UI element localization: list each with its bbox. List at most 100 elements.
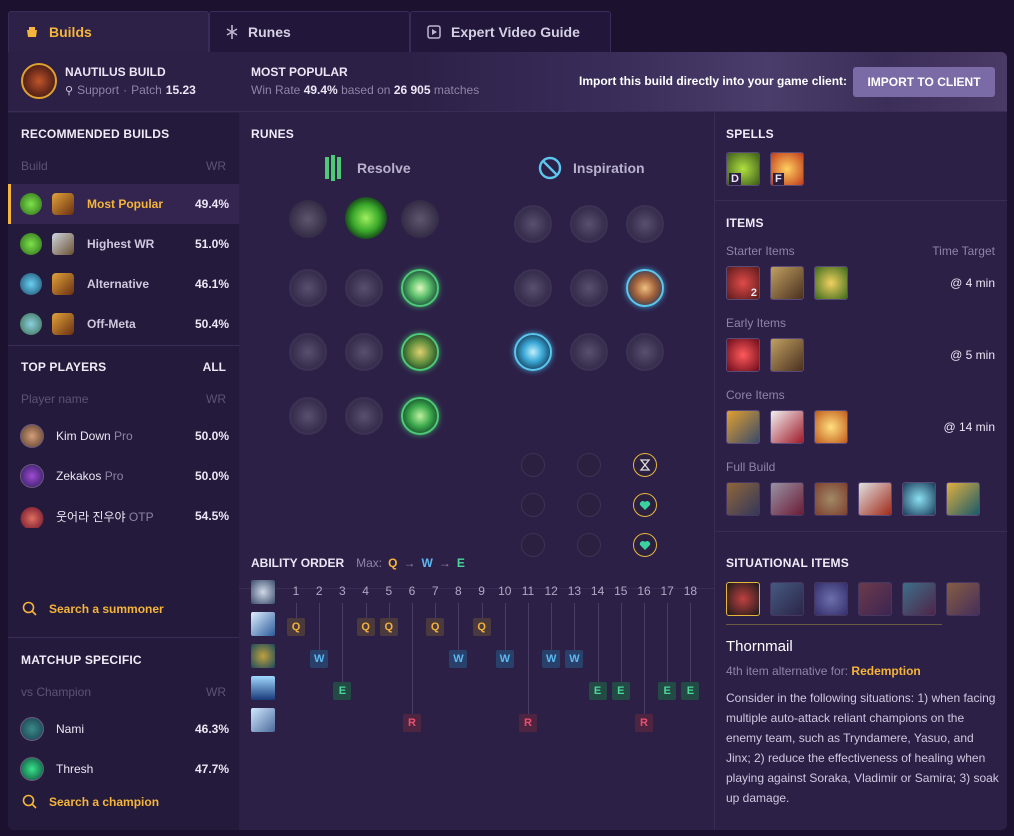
champion-avatar <box>20 717 44 741</box>
keystone-guardian-rune[interactable] <box>401 200 439 238</box>
rune-cosmic-insight[interactable] <box>514 333 552 371</box>
shard-health[interactable] <box>521 533 545 557</box>
situational-item-2-icon[interactable] <box>770 582 804 616</box>
rune-cash-back[interactable] <box>626 205 664 243</box>
matchup-champion-name: Nami <box>56 722 85 736</box>
search-summoner-link[interactable]: Search a summoner <box>22 601 164 616</box>
full-item-3-icon <box>814 482 848 516</box>
player-name-text: 웃어라 진우야 <box>56 509 126 524</box>
skill-point-w: W <box>449 650 468 668</box>
rune-font-of-life[interactable] <box>345 269 383 307</box>
search-icon <box>22 601 37 616</box>
build-row-most-popular[interactable]: Most Popular 49.4% <box>8 184 239 224</box>
player-row[interactable]: Zekakos Pro 50.0% <box>8 456 239 496</box>
spell-flash-icon: F <box>770 152 804 186</box>
player-avatar <box>20 504 44 528</box>
rune-second-wind[interactable] <box>345 333 383 371</box>
skill-point-w: W <box>495 650 514 668</box>
level-guide-line <box>528 603 529 714</box>
recommended-builds-title: RECOMMENDED BUILDS <box>21 127 170 141</box>
ability-order-title: ABILITY ORDER <box>251 556 345 570</box>
player-name: 웃어라 진우야 OTP <box>56 508 154 525</box>
role-label: Support <box>77 83 120 97</box>
tab-builds-label: Builds <box>49 24 92 40</box>
shard-adaptive-2[interactable] <box>521 493 545 517</box>
shard-ability-haste[interactable] <box>633 453 657 477</box>
situational-item-6-icon[interactable] <box>946 582 980 616</box>
skill-point-w: W <box>542 650 561 668</box>
winrate-label: Win Rate <box>251 83 301 97</box>
runes-icon <box>226 25 238 39</box>
runes-column: RUNES Resolve Inspiration ABILITY ORDER … <box>239 113 715 830</box>
search-summoner-label: Search a summoner <box>49 601 164 616</box>
matches-label: matches <box>433 83 480 97</box>
tab-builds[interactable]: Builds <box>8 11 209 52</box>
rune-triple-tonic[interactable] <box>514 269 552 307</box>
core-time: @ 14 min <box>943 420 995 434</box>
rune-unflinching[interactable] <box>401 397 439 435</box>
spell-key-d: D <box>729 173 741 185</box>
situational-item-5-icon[interactable] <box>902 582 936 616</box>
player-row[interactable]: 웃어라 진우야 OTP 54.5% <box>8 496 239 536</box>
build-label: Off-Meta <box>87 317 136 331</box>
build-row-alternative[interactable]: Alternative 46.1% <box>8 264 239 304</box>
rune-shield-bash[interactable] <box>401 269 439 307</box>
rune-biscuit-delivery[interactable] <box>626 269 664 307</box>
keystone-grasp-rune[interactable] <box>289 200 327 238</box>
video-icon <box>427 25 441 39</box>
top-players-title: TOP PLAYERS <box>21 360 107 374</box>
player-row[interactable]: Kim Down Pro 50.0% <box>8 416 239 456</box>
shard-adaptive[interactable] <box>521 453 545 477</box>
search-champion-label: Search a champion <box>49 794 160 809</box>
rune-demolish[interactable] <box>289 269 327 307</box>
skill-point-w: W <box>565 650 584 668</box>
level-number: 7 <box>431 584 439 598</box>
arrow-icon: → <box>438 556 451 570</box>
rune-magical-footwear[interactable] <box>570 205 608 243</box>
top-players-all-link[interactable]: ALL <box>203 360 226 374</box>
build-row-off-meta[interactable]: Off-Meta 50.4% <box>8 304 239 344</box>
matchup-row[interactable]: Thresh 47.7% <box>8 749 239 789</box>
build-label: Most Popular <box>87 197 164 211</box>
shard-health-scaling[interactable] <box>633 493 657 517</box>
resolve-icon <box>325 155 341 181</box>
situational-item-4-icon[interactable] <box>858 582 892 616</box>
situational-description: Consider in the following situations: 1)… <box>726 691 999 805</box>
rune-bone-plating[interactable] <box>401 333 439 371</box>
shard-attack-speed[interactable] <box>577 453 601 477</box>
rune-conditioning[interactable] <box>289 333 327 371</box>
rune-jack-of-all-trades[interactable] <box>626 333 664 371</box>
search-champion-link[interactable]: Search a champion <box>22 794 159 809</box>
time-target-label: Time Target <box>932 244 995 258</box>
shard-health-scaling-2[interactable] <box>633 533 657 557</box>
build-wr: 49.4% <box>194 197 229 211</box>
divider <box>715 531 1007 532</box>
rune-time-warp-tonic[interactable] <box>570 269 608 307</box>
import-to-client-button[interactable]: IMPORT TO CLIENT <box>853 67 995 97</box>
level-guide-line <box>667 603 669 682</box>
rune-overgrowth[interactable] <box>289 397 327 435</box>
thornmail-icon[interactable] <box>726 582 760 616</box>
shard-tenacity[interactable] <box>577 533 601 557</box>
build-row-highest-wr[interactable]: Highest WR 51.0% <box>8 224 239 264</box>
keystone-aftershock-rune[interactable] <box>345 197 387 239</box>
tab-video-label: Expert Video Guide <box>451 24 580 40</box>
starter-items-label: Starter Items <box>726 244 795 258</box>
player-tag: Pro <box>104 469 124 483</box>
level-guide-line <box>435 603 437 618</box>
rune-hextech-flashtraption[interactable] <box>514 205 552 243</box>
matchup-row[interactable]: Nami 46.3% <box>8 709 239 749</box>
tab-runes[interactable]: Runes <box>209 11 410 52</box>
skill-point-w: W <box>310 650 329 668</box>
heart-icon <box>639 541 651 550</box>
situational-item-3-icon[interactable] <box>814 582 848 616</box>
shard-move-speed[interactable] <box>577 493 601 517</box>
level-guide-line <box>620 603 622 682</box>
rune-revitalize[interactable] <box>345 397 383 435</box>
max-w: W <box>421 556 433 570</box>
full-item-5-icon <box>902 482 936 516</box>
player-avatar <box>20 464 44 488</box>
tab-video-guide[interactable]: Expert Video Guide <box>410 11 611 52</box>
rune-approach-velocity[interactable] <box>570 333 608 371</box>
matchup-wr: 47.7% <box>194 762 229 776</box>
